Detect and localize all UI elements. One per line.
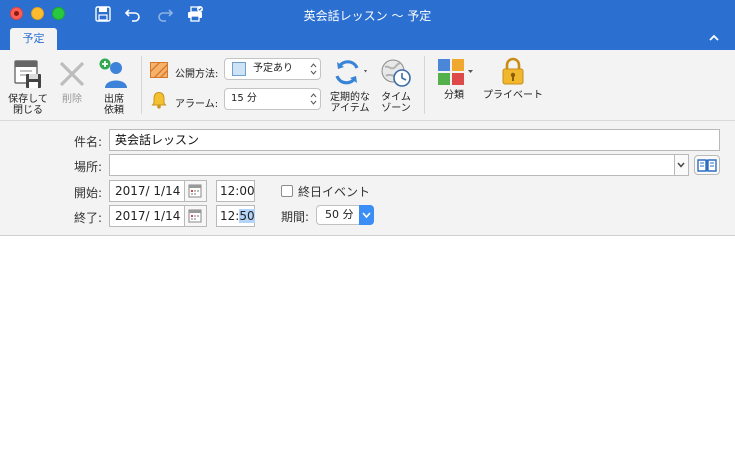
subject-input[interactable]: 英会話レッスン [109,129,720,151]
invite-label-2: 依頼 [104,105,124,116]
private-label: プライベート [483,90,543,101]
delete-button[interactable]: 削除 [54,58,90,105]
window-title: 英会話レッスン 〜 予定 [303,9,432,23]
chevron-down-icon [677,162,685,168]
alarm-value: 15 分 [231,93,257,104]
appointment-form: 件名: 英会話レッスン 場所: 開始: 2017/ 1/14 12:00 終日イ… [0,121,735,236]
collapse-ribbon-icon[interactable] [707,31,721,45]
location-input[interactable] [109,154,675,176]
save-close-icon [14,60,41,88]
all-day-checkbox[interactable] [281,185,293,197]
end-label: 終了: [73,211,102,225]
tab-appointment[interactable]: 予定 [10,28,57,50]
recurrence-label-2: アイテム [330,103,370,114]
ribbon-separator [424,56,425,114]
globe-clock-icon [381,59,411,87]
duration-value: 50 分 [325,208,354,221]
start-date-input[interactable]: 2017/ 1/14 [109,180,185,202]
ribbon-tab-row: 予定 [0,28,735,50]
add-person-icon [99,58,127,88]
location-dropdown-button[interactable] [675,154,689,176]
location-label: 場所: [73,160,102,174]
invite-label-1: 出席 [104,94,124,105]
room-finder-button[interactable] [694,155,720,175]
start-label: 開始: [73,186,102,200]
show-as-icon [150,62,168,78]
show-as-value: 予定あり [253,63,293,74]
delete-label: 削除 [62,94,82,105]
recurrence-label-1: 定期的な [330,92,370,103]
all-day-label: 終日イベント [298,185,371,199]
end-date-picker-button[interactable] [185,205,207,227]
save-close-label-1: 保存して [8,94,48,105]
show-as-select[interactable]: 予定あり [224,58,321,80]
ribbon: 保存して 閉じる 削除 出席 依頼 公開方法: 予定あり アラーム: 15 分 … [0,50,735,121]
calendar-icon [188,209,202,223]
duration-label: 期間: [281,210,310,224]
calendar-icon [188,184,202,198]
end-time-hour: 12: [220,209,240,223]
duration-dropdown-button[interactable] [359,205,374,225]
time-zones-label-1: タイム [381,92,411,103]
categorize-button[interactable]: 分類 [432,58,476,101]
end-date-input[interactable]: 2017/ 1/14 [109,205,185,227]
address-book-icon [697,159,717,172]
recurrence-icon [335,60,367,85]
delete-x-icon [59,61,85,87]
stepper-icon [310,63,317,75]
start-time-input[interactable]: 12:00 [216,180,255,202]
chevron-down-icon [362,212,371,219]
categorize-label: 分類 [444,90,464,101]
start-date-picker-button[interactable] [185,180,207,202]
save-and-close-button[interactable]: 保存して 閉じる [4,58,52,116]
save-close-label-2: 閉じる [13,105,43,116]
invite-attendees-button[interactable]: 出席 依頼 [94,56,134,116]
alarm-select[interactable]: 15 分 [224,88,321,110]
stepper-icon [310,93,317,105]
recurrence-button[interactable]: 定期的な アイテム [326,58,374,114]
private-button[interactable]: プライベート [482,56,544,101]
show-as-label: 公開方法: [175,69,219,80]
busy-swatch-icon [232,62,246,76]
end-time-input[interactable]: 12:50 [216,205,255,227]
bell-icon [151,91,167,109]
duration-select[interactable]: 50 分 [316,205,374,225]
time-zones-label-2: ゾーン [381,103,411,114]
categories-icon [438,59,473,85]
subject-label: 件名: [73,135,102,149]
alarm-label: アラーム: [175,99,219,110]
title-bar: 英会話レッスン 〜 予定 [0,0,735,28]
lock-icon [502,57,524,85]
notes-body[interactable] [0,237,735,450]
end-time-minute-selected: 50 [239,209,255,223]
time-zones-button[interactable]: タイム ゾーン [376,58,416,114]
ribbon-separator [141,56,142,114]
